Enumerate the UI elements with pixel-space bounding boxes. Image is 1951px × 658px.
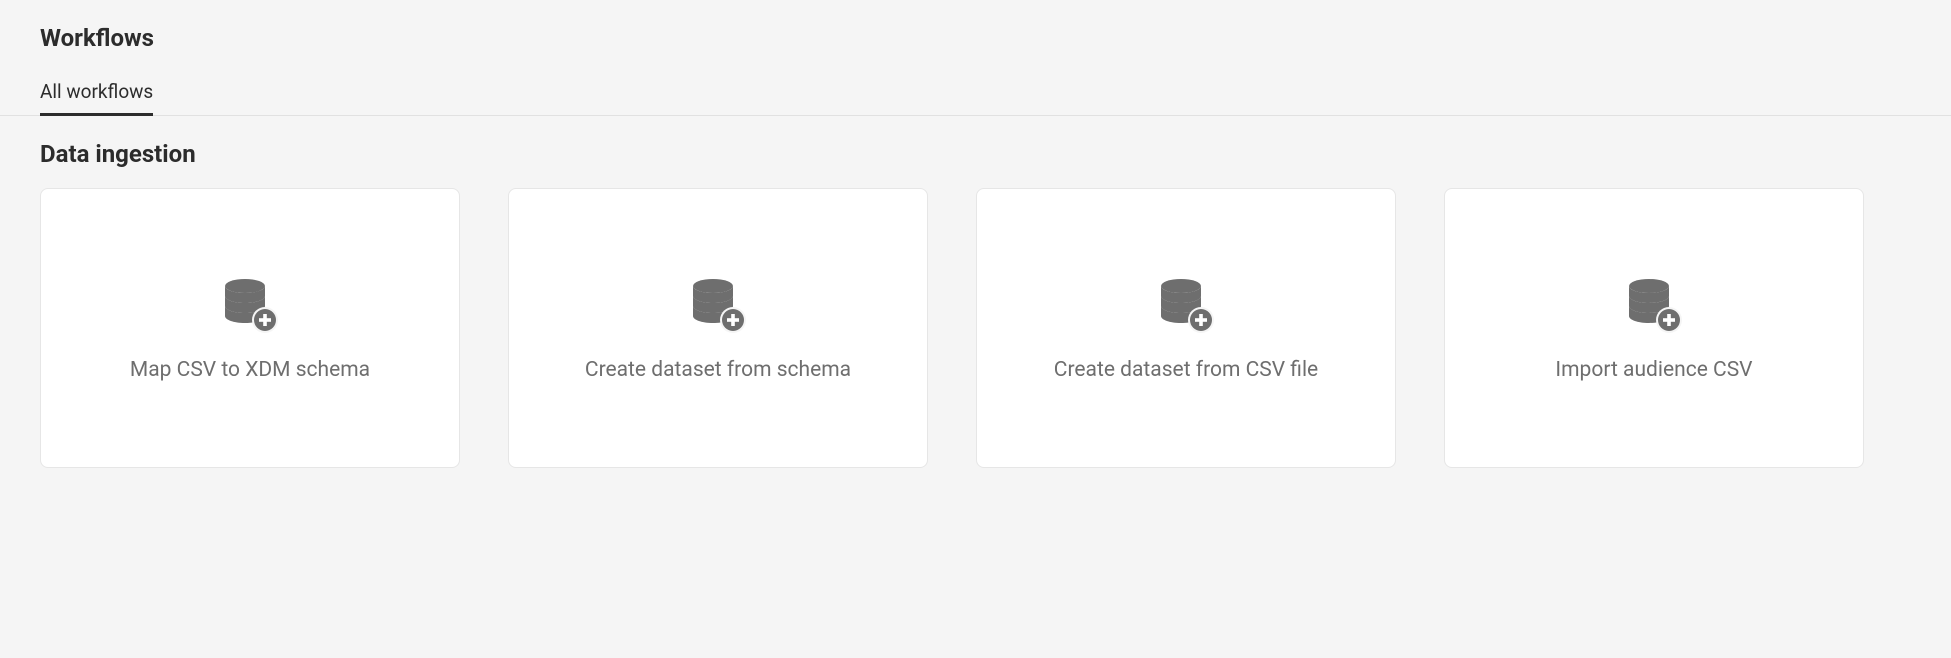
card-label: Import audience CSV <box>1555 358 1752 382</box>
tab-all-workflows[interactable]: All workflows <box>40 80 153 115</box>
card-row: Map CSV to XDM schema <box>40 188 1911 468</box>
content-area: Data ingestion <box>0 116 1951 492</box>
database-add-icon <box>219 274 281 336</box>
section-title-data-ingestion: Data ingestion <box>40 140 1911 168</box>
card-import-audience-csv[interactable]: Import audience CSV <box>1444 188 1864 468</box>
card-map-csv-to-xdm-schema[interactable]: Map CSV to XDM schema <box>40 188 460 468</box>
card-create-dataset-from-csv-file[interactable]: Create dataset from CSV file <box>976 188 1396 468</box>
page-header: Workflows All workflows <box>0 0 1951 116</box>
tab-label: All workflows <box>40 80 153 103</box>
database-add-icon <box>1155 274 1217 336</box>
card-label: Map CSV to XDM schema <box>130 358 370 382</box>
database-add-icon <box>1623 274 1685 336</box>
card-create-dataset-from-schema[interactable]: Create dataset from schema <box>508 188 928 468</box>
workflows-page: Workflows All workflows Data ingestion <box>0 0 1951 492</box>
card-label: Create dataset from CSV file <box>1054 358 1318 382</box>
card-label: Create dataset from schema <box>585 358 851 382</box>
page-title: Workflows <box>40 24 1911 52</box>
database-add-icon <box>687 274 749 336</box>
tab-bar: All workflows <box>0 80 1951 116</box>
